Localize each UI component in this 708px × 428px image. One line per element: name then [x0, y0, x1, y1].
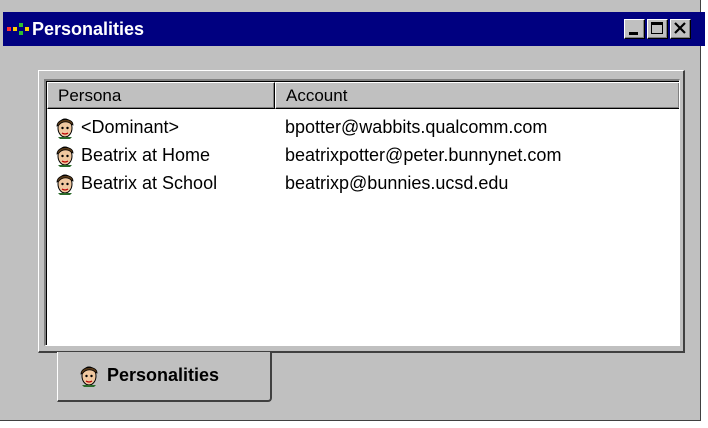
persona-name: <Dominant> — [81, 117, 180, 137]
account-address: beatrixpotter@peter.bunnynet.com — [285, 145, 562, 165]
app-icon — [7, 23, 29, 35]
window-title: Personalities — [32, 19, 145, 39]
list-item[interactable]: Beatrix at Home beatrixpotter@peter.bunn… — [47, 141, 679, 169]
persona-face-icon — [77, 363, 101, 387]
close-button[interactable] — [670, 19, 691, 39]
column-header-persona[interactable]: Persona — [47, 82, 275, 109]
persona-face-icon — [53, 115, 77, 139]
minimize-button[interactable] — [624, 19, 645, 39]
persona-name: Beatrix at School — [81, 173, 218, 193]
tab-label: Personalities — [107, 365, 220, 385]
personalities-list[interactable]: Persona Account <Dominant> bpotter@wabbi… — [44, 79, 680, 346]
account-address: bpotter@wabbits.qualcomm.com — [285, 117, 548, 137]
tab-personalities[interactable]: Personalities — [57, 352, 272, 402]
persona-name: Beatrix at Home — [81, 145, 211, 165]
list-item[interactable]: Beatrix at School beatrixp@bunnies.ucsd.… — [47, 169, 679, 197]
persona-face-icon — [53, 143, 77, 167]
maximize-button[interactable] — [647, 19, 668, 39]
account-address: beatrixp@bunnies.ucsd.edu — [285, 173, 509, 193]
minimize-icon — [629, 32, 638, 35]
column-header-account[interactable]: Account — [275, 82, 679, 109]
list-item[interactable]: <Dominant> bpotter@wabbits.qualcomm.com — [47, 113, 679, 141]
persona-face-icon — [53, 171, 77, 195]
title-bar[interactable]: Personalities — [3, 12, 705, 46]
close-icon — [674, 22, 686, 34]
maximize-icon — [651, 22, 663, 34]
personalities-window: Personalities Persona Account <Dominant>… — [0, 0, 705, 421]
